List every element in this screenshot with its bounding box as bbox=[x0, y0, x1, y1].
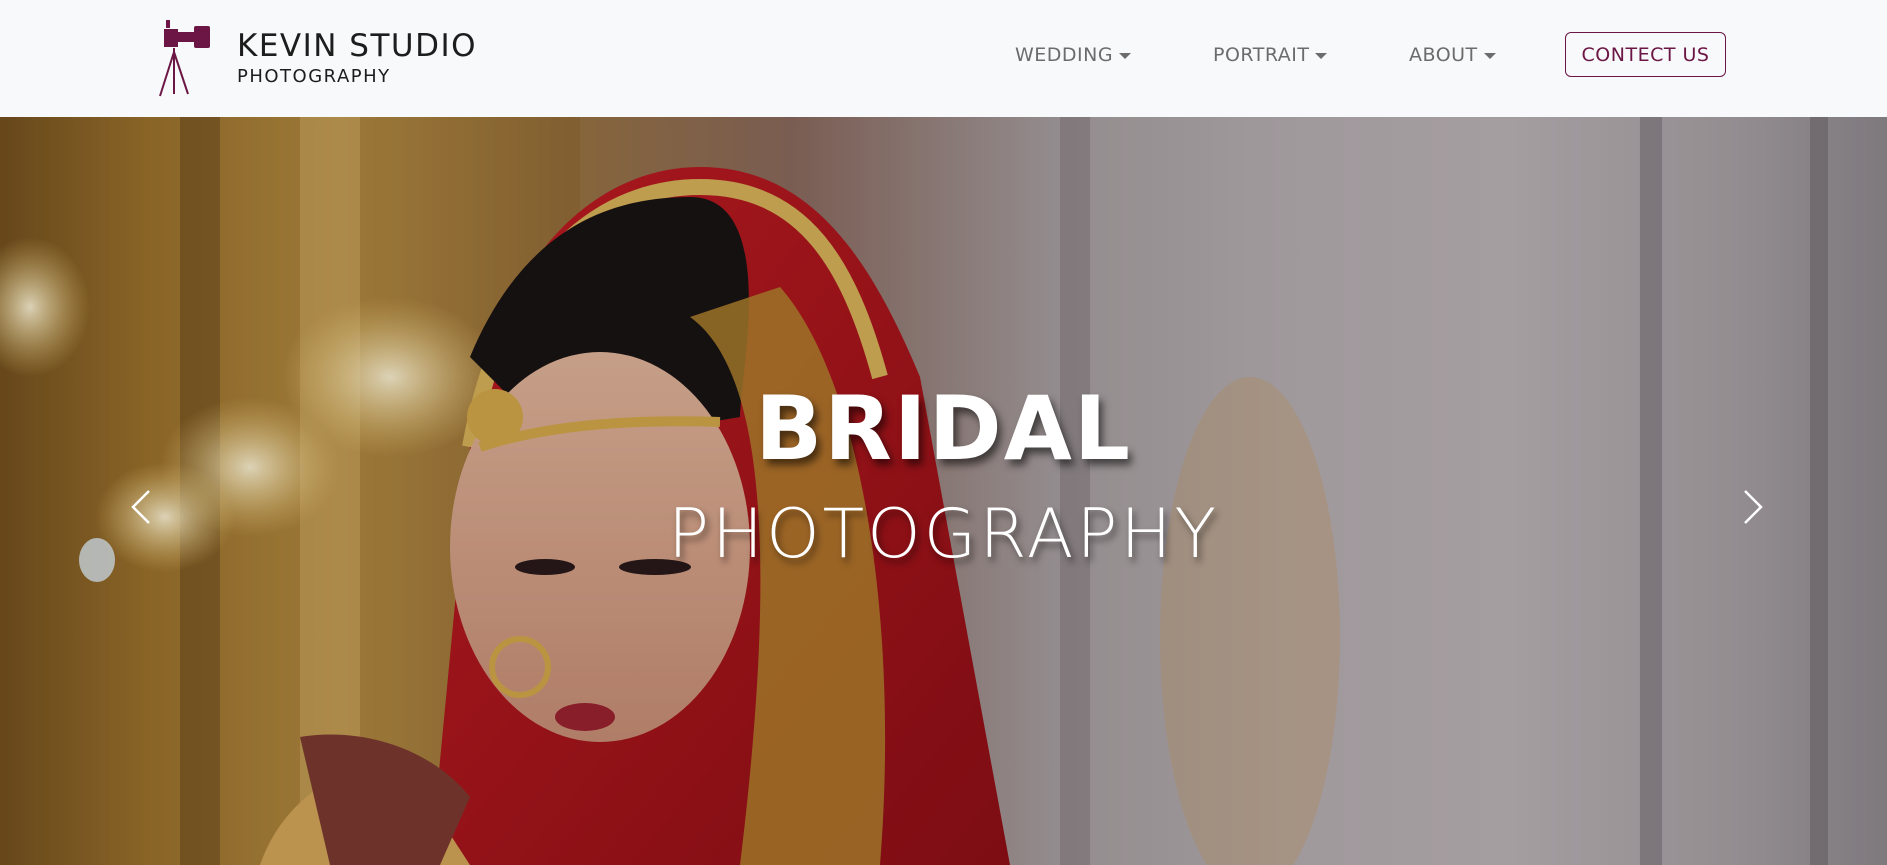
camera-tripod-icon bbox=[159, 20, 210, 97]
hero-subtitle: PHOTOGRAPHY bbox=[667, 495, 1220, 574]
nav-item-label: WEDDING bbox=[1015, 44, 1114, 66]
brand-logo-link[interactable]: KEVIN STUDIO PHOTOGRAPHY bbox=[156, 18, 516, 98]
contact-us-button[interactable]: CONTECT US bbox=[1565, 32, 1726, 77]
caret-down-icon bbox=[1119, 53, 1132, 59]
brand-title: KEVIN STUDIO bbox=[237, 28, 478, 64]
hero-title: BRIDAL bbox=[755, 377, 1132, 480]
nav-item-portrait[interactable]: PORTRAIT bbox=[1213, 41, 1328, 69]
caret-down-icon bbox=[1483, 53, 1496, 59]
nav-item-label: ABOUT bbox=[1409, 44, 1478, 66]
chevron-left-icon bbox=[131, 490, 150, 524]
hero-carousel: BRIDAL PHOTOGRAPHY bbox=[0, 117, 1887, 865]
nav-item-about[interactable]: ABOUT bbox=[1409, 41, 1496, 69]
carousel-prev-button[interactable] bbox=[110, 462, 170, 552]
carousel-next-button[interactable] bbox=[1724, 462, 1784, 552]
hero-overlay bbox=[0, 117, 1887, 865]
chevron-right-icon bbox=[1744, 490, 1763, 524]
nav-item-wedding[interactable]: WEDDING bbox=[1015, 41, 1132, 69]
nav-item-label: PORTRAIT bbox=[1213, 44, 1310, 66]
caret-down-icon bbox=[1315, 53, 1328, 59]
brand-subtitle: PHOTOGRAPHY bbox=[237, 66, 391, 87]
top-navbar: KEVIN STUDIO PHOTOGRAPHY WEDDING PORTRAI… bbox=[0, 0, 1887, 117]
